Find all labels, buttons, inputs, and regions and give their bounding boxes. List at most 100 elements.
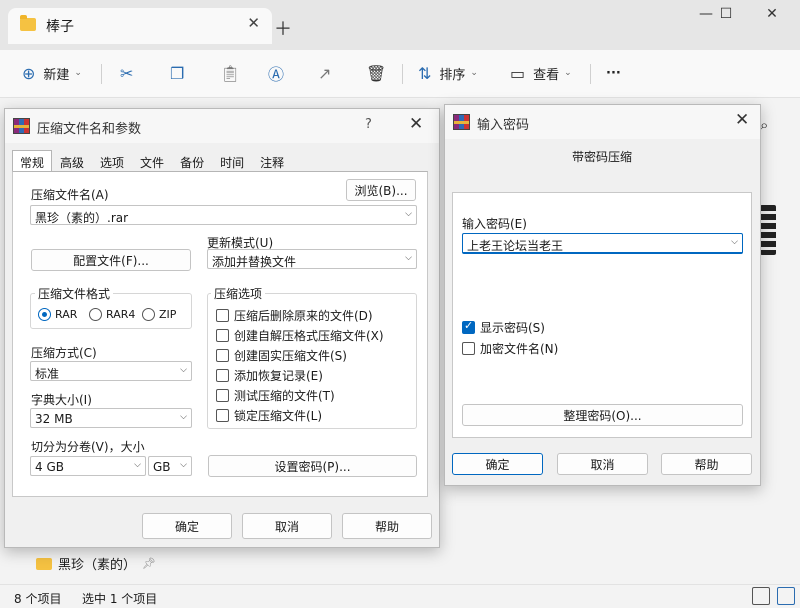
update-mode-combo[interactable]: 添加并替换文件 ⌵ [207, 249, 417, 269]
sort-label: 排序 [439, 67, 466, 83]
separator [402, 64, 403, 84]
close-icon[interactable]: ✕ [247, 14, 260, 32]
close-icon[interactable]: ✕ [735, 110, 749, 130]
pin-icon: 📌︎ [142, 557, 156, 570]
chevron-down-icon[interactable]: ⌵ [405, 253, 412, 263]
tab-advanced[interactable]: 高级 [52, 150, 92, 172]
password-value: 上老王论坛当老王 [467, 239, 564, 253]
tab-files[interactable]: 文件 [132, 150, 172, 172]
compression-method-combo[interactable]: 标准 ⌵ [30, 361, 192, 381]
search-icon[interactable]: ⌕ [760, 116, 768, 134]
archive-name-label: 压缩文件名(A) [31, 188, 109, 202]
view-button[interactable]: ▭ 查看 ⌄ [510, 60, 572, 86]
password-ok-button[interactable]: 确定 [452, 453, 543, 475]
dialog-title: 压缩文件名和参数 [37, 122, 142, 137]
password-label: 输入密码(E) [462, 217, 527, 231]
folder-icon [20, 15, 36, 31]
format-rar4-radio[interactable]: RAR4 [89, 308, 135, 321]
chevron-down-icon: ⌄ [564, 68, 572, 78]
tab-comment[interactable]: 注释 [252, 150, 292, 172]
copy-button[interactable]: ❐ [170, 60, 192, 86]
password-help-button[interactable]: 帮助 [661, 453, 752, 475]
archive-name-value: 黑珍（素的）.rar [35, 211, 129, 225]
maximize-icon[interactable]: ☐ [706, 6, 746, 22]
format-rar-radio[interactable]: RAR [38, 308, 77, 321]
split-unit-combo[interactable]: GB ⌵ [148, 456, 192, 476]
compression-method-label: 压缩方式(C) [31, 346, 97, 360]
password-cancel-button[interactable]: 取消 [557, 453, 648, 475]
rename-button[interactable]: Ⓐ [268, 60, 292, 86]
dictionary-size-combo[interactable]: 32 MB ⌵ [30, 408, 192, 428]
chevron-down-icon[interactable]: ⌵ [180, 460, 187, 470]
view-icon: ▭ [510, 63, 526, 83]
encrypt-filenames-checkbox[interactable]: 加密文件名(N) [462, 340, 558, 357]
tab-time[interactable]: 时间 [212, 150, 252, 172]
sfx-checkbox[interactable]: 创建自解压格式压缩文件(X) [216, 327, 384, 344]
copy-icon: ❐ [170, 63, 185, 83]
archive-ok-button[interactable]: 确定 [142, 513, 232, 539]
checkbox-label: 显示密码(S) [480, 321, 545, 335]
profiles-button[interactable]: 配置文件(F)... [31, 249, 191, 271]
split-size-combo[interactable]: 4 GB ⌵ [30, 456, 146, 476]
checkbox-icon [216, 329, 229, 342]
details-view-icon[interactable] [752, 587, 770, 605]
set-password-button[interactable]: 设置密码(P)... [208, 455, 417, 477]
password-heading: 带密码压缩 [572, 150, 633, 164]
tab-current-folder[interactable]: 棒子 ✕ [8, 8, 272, 44]
dictionary-size-value: 32 MB [35, 412, 73, 426]
archive-help-button[interactable]: 帮助 [342, 513, 432, 539]
sort-icon: ⇅ [418, 63, 432, 83]
tab-title: 棒子 [46, 19, 74, 35]
recovery-record-checkbox[interactable]: 添加恢复记录(E) [216, 367, 323, 384]
show-password-checkbox[interactable]: 显示密码(S) [462, 319, 545, 336]
chevron-down-icon[interactable]: ⌵ [180, 365, 187, 375]
chevron-down-icon[interactable]: ⌵ [731, 237, 738, 247]
tab-options[interactable]: 选项 [92, 150, 132, 172]
archive-name-combo[interactable]: 黑珍（素的）.rar ⌵ [30, 205, 417, 225]
file-thumbnail[interactable] [760, 205, 776, 255]
tiles-view-icon[interactable] [777, 587, 795, 605]
browse-button[interactable]: 浏览(B)... [346, 179, 416, 201]
sidebar-item-label: 黑珍（素的） [58, 558, 137, 573]
checkbox-label: 加密文件名(N) [480, 342, 559, 356]
sidebar-item-folder[interactable]: 黑珍（素的） 📌︎ [36, 554, 156, 573]
checkbox-checked-icon [462, 319, 475, 334]
more-options-button[interactable]: ··· [606, 60, 621, 86]
chevron-down-icon: ⌄ [74, 68, 82, 78]
organize-passwords-button[interactable]: 整理密码(O)... [462, 404, 743, 426]
chevron-down-icon[interactable]: ⌵ [180, 412, 187, 422]
archive-format-label: 压缩文件格式 [35, 285, 114, 302]
archive-options-label: 压缩选项 [211, 285, 266, 302]
checkbox-icon [216, 369, 229, 382]
chevron-down-icon: ⌄ [470, 68, 478, 78]
command-bar: ⊕ 新建 ⌄ ✂ ❐ 📋︎ Ⓐ ↗ 🗑︎ ⇅ 排序 ⌄ ▭ 查看 ⌄ ··· [0, 50, 800, 98]
share-button[interactable]: ↗ [318, 60, 339, 86]
tab-general[interactable]: 常规 [12, 150, 53, 172]
format-zip-radio[interactable]: ZIP [142, 308, 176, 321]
password-input[interactable]: 上老王论坛当老王 ⌵ [462, 233, 743, 254]
archive-cancel-button[interactable]: 取消 [242, 513, 332, 539]
lock-archive-checkbox[interactable]: 锁定压缩文件(L) [216, 407, 322, 424]
update-mode-value: 添加并替换文件 [212, 255, 297, 269]
delete-after-checkbox[interactable]: 压缩后删除原来的文件(D) [216, 307, 373, 324]
checkbox-icon [216, 389, 229, 402]
solid-checkbox[interactable]: 创建固实压缩文件(S) [216, 347, 347, 364]
view-label: 查看 [533, 67, 560, 83]
window-close-icon[interactable]: ✕ [752, 6, 792, 22]
split-unit-value: GB [153, 460, 171, 474]
winrar-icon [13, 118, 30, 134]
new-button[interactable]: ⊕ 新建 ⌄ [22, 60, 82, 86]
delete-button[interactable]: 🗑︎ [366, 60, 394, 86]
help-icon[interactable]: ? [365, 117, 372, 132]
plus-icon[interactable]: ＋ [274, 15, 292, 41]
tab-backup[interactable]: 备份 [172, 150, 212, 172]
cut-button[interactable]: ✂ [120, 60, 141, 86]
chevron-down-icon[interactable]: ⌵ [134, 460, 141, 470]
test-archive-checkbox[interactable]: 测试压缩的文件(T) [216, 387, 335, 404]
paste-button[interactable]: 📋︎ [220, 60, 248, 86]
close-icon[interactable]: ✕ [409, 114, 423, 134]
sort-button[interactable]: ⇅ 排序 ⌄ [418, 60, 478, 86]
status-bar: 8 个项目 选中 1 个项目 [0, 584, 800, 608]
chevron-down-icon[interactable]: ⌵ [405, 209, 412, 219]
checkbox-label: 压缩后删除原来的文件(D) [234, 309, 373, 323]
